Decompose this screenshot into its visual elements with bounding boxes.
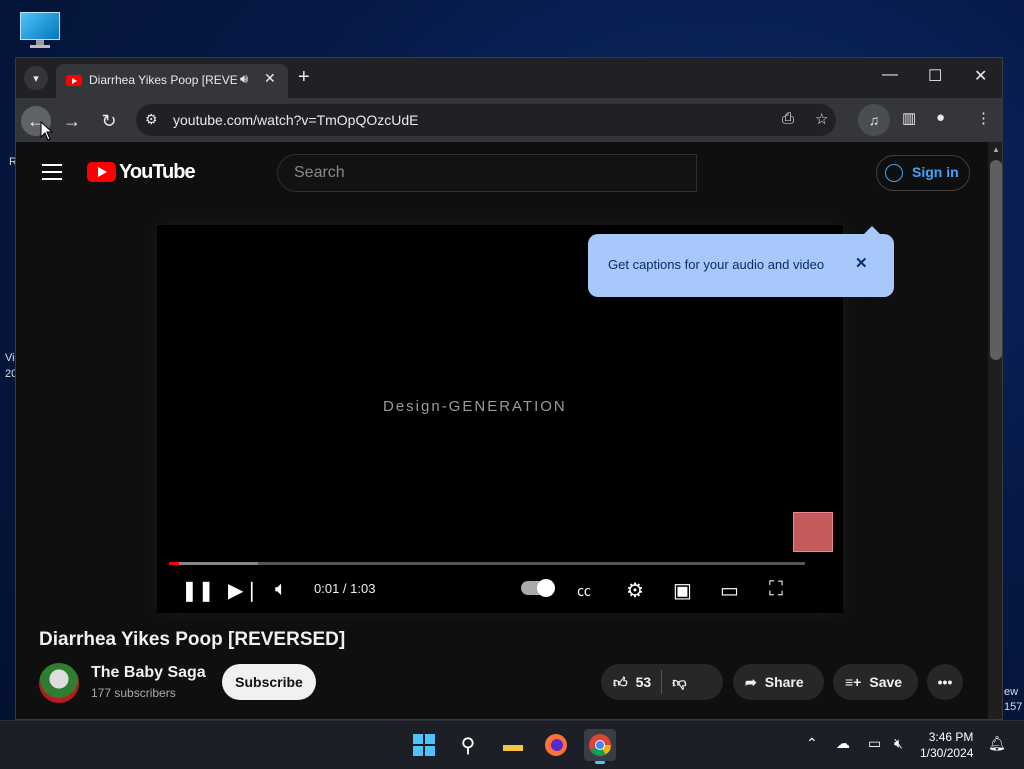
channel-watermark-icon[interactable] — [793, 512, 833, 552]
autoplay-toggle[interactable] — [521, 579, 555, 597]
miniplayer-icon[interactable]: ▣ — [673, 578, 692, 603]
onedrive-cloud-icon[interactable]: ☁︎ — [836, 735, 850, 752]
tooltip-close-icon[interactable]: ✕ — [855, 254, 868, 272]
video-frame-text: Design-GENERATION — [383, 398, 567, 415]
chrome-menu-icon[interactable]: ⋮ — [976, 109, 991, 127]
account-icon — [885, 164, 903, 182]
fullscreen-icon[interactable]: ⛶ — [769, 578, 783, 601]
captions-promo-tooltip: Get captions for your audio and video ✕ — [588, 226, 894, 297]
search-icon[interactable]: ⚲ — [452, 729, 484, 761]
share-icon: ➦ — [745, 673, 757, 690]
save-button[interactable]: ≡+ Save — [833, 664, 918, 700]
close-window-button[interactable]: ✕ — [974, 66, 987, 86]
search-placeholder: Search — [294, 164, 345, 181]
progress-fill — [169, 562, 180, 565]
install-app-icon[interactable]: ⎙ — [782, 110, 794, 127]
minimize-button[interactable]: — — [882, 66, 898, 84]
site-info-icon[interactable]: ⚙︎ — [145, 111, 158, 128]
active-tab[interactable]: Diarrhea Yikes Poop [REVERSED] 🔊︎ ✕ — [56, 64, 288, 98]
desktop-label-fragment: 157 — [1004, 701, 1023, 713]
like-dislike-group: 👍︎ 53 👎︎ — [601, 664, 723, 700]
youtube-favicon-icon — [66, 75, 82, 86]
youtube-logo[interactable]: YouTube — [87, 160, 196, 184]
network-icon[interactable]: ▭ — [868, 735, 881, 752]
browser-toolbar: ← → ↻ ⚙︎ youtube.com/watch?v=TmOpQOzcUdE… — [16, 98, 1002, 142]
forward-button[interactable]: → — [57, 106, 87, 136]
show-hidden-icons-chevron-icon[interactable]: ⌃ — [806, 735, 818, 752]
start-button[interactable] — [408, 729, 440, 761]
volume-muted-icon[interactable]: 🔇︎ — [894, 735, 903, 752]
channel-name[interactable]: The Baby Saga — [91, 664, 206, 682]
buffer-bar — [169, 562, 259, 565]
next-icon[interactable]: ▶❘ — [228, 578, 260, 603]
youtube-page: YouTube Search Sign in Design-GENERATION… — [16, 142, 988, 719]
system-clock[interactable]: 3:46 PM 1/30/2024 — [920, 729, 973, 761]
desktop-label-fragment: ew — [1004, 686, 1019, 698]
page-scrollbar[interactable]: ▲ — [988, 142, 1002, 719]
tooltip-text: Get captions for your audio and video — [608, 257, 825, 272]
more-actions-button[interactable]: ••• — [927, 664, 963, 700]
scroll-thumb[interactable] — [990, 160, 1002, 360]
tab-search-button[interactable]: ▾ — [24, 66, 48, 90]
mouse-cursor-icon — [40, 121, 54, 141]
tab-strip: ▾ Diarrhea Yikes Poop [REVERSED] 🔊︎ ✕ + … — [16, 58, 1002, 98]
youtube-play-icon — [87, 162, 116, 182]
subscribe-button[interactable]: Subscribe — [222, 664, 316, 700]
media-controls-icon[interactable]: ♫ — [858, 104, 890, 136]
new-tab-button[interactable]: + — [298, 66, 310, 88]
sign-in-button[interactable]: Sign in — [876, 155, 970, 191]
address-bar[interactable]: ⚙︎ youtube.com/watch?v=TmOpQOzcUdE ⎙ ☆ — [136, 104, 836, 136]
windows-logo-icon — [413, 734, 435, 756]
captions-icon[interactable]: ㏄ — [577, 581, 591, 601]
channel-avatar[interactable] — [39, 663, 79, 703]
this-pc-desktop-icon[interactable] — [18, 10, 62, 50]
clock-date: 1/30/2024 — [920, 746, 974, 760]
scroll-up-icon[interactable]: ▲ — [992, 145, 1000, 154]
firefox-icon[interactable] — [540, 729, 572, 761]
windows-taskbar: ⚲ ▬ ⌃ ☁︎ ▭ 🔇︎ 3:46 PM 1/30/2024 🔔︎ — [0, 720, 1024, 769]
subscriber-count: 177 subscribers — [91, 686, 176, 700]
video-title: Diarrhea Yikes Poop [REVERSED] — [39, 629, 346, 650]
url-text[interactable]: youtube.com/watch?v=TmOpQOzcUdE — [173, 112, 419, 128]
theater-mode-icon[interactable]: ▭ — [720, 578, 739, 603]
notification-bell-icon[interactable]: 🔔︎ — [988, 735, 1006, 752]
volume-icon[interactable]: 🔈︎ — [275, 578, 287, 601]
side-panel-icon[interactable]: ▥ — [902, 109, 916, 127]
like-count[interactable]: 53 — [636, 674, 652, 690]
share-button[interactable]: ➦ Share — [733, 664, 824, 700]
chrome-window: ▾ Diarrhea Yikes Poop [REVERSED] 🔊︎ ✕ + … — [15, 57, 1003, 720]
progress-bar[interactable] — [169, 562, 805, 565]
maximize-button[interactable]: ☐ — [928, 66, 942, 86]
settings-gear-icon[interactable]: ⚙︎ — [626, 578, 644, 603]
like-icon[interactable]: 👍︎ — [613, 674, 628, 691]
guide-menu-icon[interactable] — [42, 164, 62, 185]
dislike-icon[interactable]: 👎︎ — [672, 674, 686, 691]
reload-button[interactable]: ↻ — [94, 106, 124, 136]
audio-playing-icon[interactable]: 🔊︎ — [240, 71, 248, 87]
save-playlist-icon: ≡+ — [845, 674, 862, 690]
search-input[interactable]: Search — [277, 154, 697, 192]
file-explorer-icon[interactable]: ▬ — [497, 729, 529, 761]
time-display: 0:01 / 1:03 — [314, 581, 376, 596]
bookmark-star-icon[interactable]: ☆ — [815, 110, 828, 128]
more-icon: ••• — [937, 674, 953, 690]
pause-icon[interactable]: ❚❚ — [181, 578, 215, 603]
desktop-label-fragment: Vi — [5, 352, 15, 364]
tab-close-icon[interactable]: ✕ — [264, 70, 276, 87]
tab-title: Diarrhea Yikes Poop [REVERSED] — [89, 73, 237, 87]
profile-icon[interactable]: ● — [936, 109, 945, 126]
chrome-taskbar-icon[interactable] — [584, 729, 616, 764]
clock-time: 3:46 PM — [928, 730, 974, 744]
